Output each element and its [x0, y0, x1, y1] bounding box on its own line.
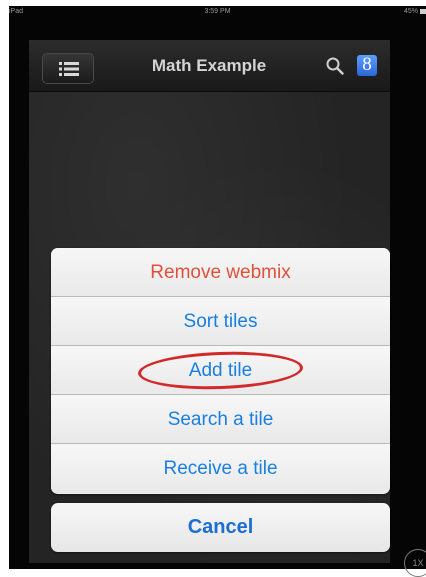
- google-icon[interactable]: 8: [357, 55, 377, 76]
- action-sheet: Remove webmix Sort tiles Add tile Search…: [51, 248, 390, 494]
- receive-a-tile-button[interactable]: Receive a tile: [51, 444, 390, 493]
- menu-button[interactable]: [42, 53, 94, 84]
- list-icon: [59, 62, 79, 76]
- cancel-button[interactable]: Cancel: [51, 503, 390, 552]
- battery-percent: 45%: [403, 8, 418, 15]
- status-bar: iPad 3:59 PM 45%: [9, 6, 426, 18]
- sort-tiles-button[interactable]: Sort tiles: [51, 297, 390, 346]
- page-title: Math Example: [151, 56, 267, 75]
- navigation-bar: Math Example 8: [29, 40, 390, 92]
- battery-icon: [420, 8, 426, 14]
- zoom-badge[interactable]: 1X: [404, 549, 426, 577]
- search-a-tile-button[interactable]: Search a tile: [51, 395, 390, 444]
- search-icon[interactable]: [326, 57, 344, 75]
- remove-webmix-button[interactable]: Remove webmix: [51, 248, 390, 297]
- add-tile-button[interactable]: Add tile: [51, 346, 390, 395]
- status-time: 3:59 PM: [204, 8, 231, 15]
- battery-indicator: 45%: [404, 6, 426, 18]
